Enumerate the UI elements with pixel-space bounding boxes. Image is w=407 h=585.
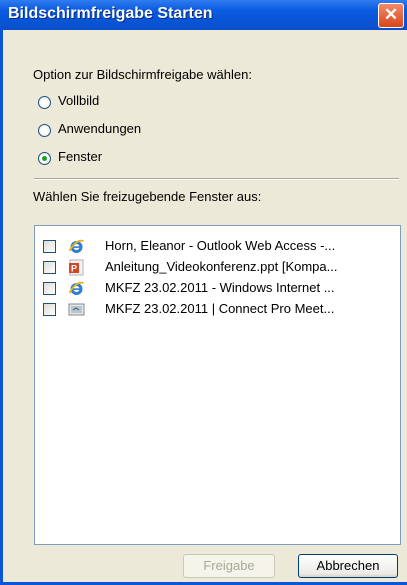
radio-button[interactable] — [38, 124, 51, 137]
powerpoint-icon: P — [69, 259, 84, 276]
checkbox[interactable] — [43, 303, 56, 316]
radio-button[interactable] — [38, 152, 51, 165]
svg-text:P: P — [71, 264, 77, 274]
internet-explorer-icon — [68, 281, 84, 295]
share-button[interactable]: Freigabe — [183, 554, 275, 578]
separator — [34, 178, 399, 180]
list-item-label: Anleitung_Videokonferenz.ppt [Kompa... — [105, 259, 338, 274]
window-list[interactable]: Horn, Eleanor - Outlook Web Access -... … — [34, 225, 401, 545]
close-button[interactable]: ✕ — [378, 3, 404, 28]
radio-label: Fenster — [58, 149, 103, 164]
list-item-label: MKFZ 23.02.2011 | Connect Pro Meet... — [105, 301, 335, 316]
window-title: Bildschirmfreigabe Starten — [8, 5, 213, 22]
checkbox[interactable] — [43, 240, 56, 253]
dialog-window: Bildschirmfreigabe Starten ✕ Option zur … — [0, 0, 407, 585]
radio-label: Anwendungen — [58, 121, 142, 136]
checkbox[interactable] — [43, 261, 56, 274]
options-heading: Option zur Bildschirmfreigabe wählen: — [33, 67, 252, 82]
list-item[interactable]: Horn, Eleanor - Outlook Web Access -... — [35, 238, 400, 256]
title-bar[interactable]: Bildschirmfreigabe Starten ✕ — [0, 0, 407, 30]
list-item[interactable]: P Anleitung_Videokonferenz.ppt [Kompa... — [35, 259, 400, 277]
cancel-button[interactable]: Abbrechen — [298, 554, 398, 578]
close-icon: ✕ — [383, 5, 399, 24]
windows-heading: Wählen Sie freizugebende Fenster aus: — [33, 189, 262, 204]
radio-button[interactable] — [38, 96, 51, 109]
connect-pro-icon — [68, 303, 85, 316]
list-item[interactable]: MKFZ 23.02.2011 - Windows Internet ... — [35, 280, 400, 298]
internet-explorer-icon — [68, 239, 84, 253]
list-item[interactable]: MKFZ 23.02.2011 | Connect Pro Meet... — [35, 301, 400, 319]
radio-label: Vollbild — [58, 93, 100, 108]
list-item-label: Horn, Eleanor - Outlook Web Access -... — [105, 238, 336, 253]
list-item-label: MKFZ 23.02.2011 - Windows Internet ... — [105, 280, 335, 295]
checkbox[interactable] — [43, 282, 56, 295]
